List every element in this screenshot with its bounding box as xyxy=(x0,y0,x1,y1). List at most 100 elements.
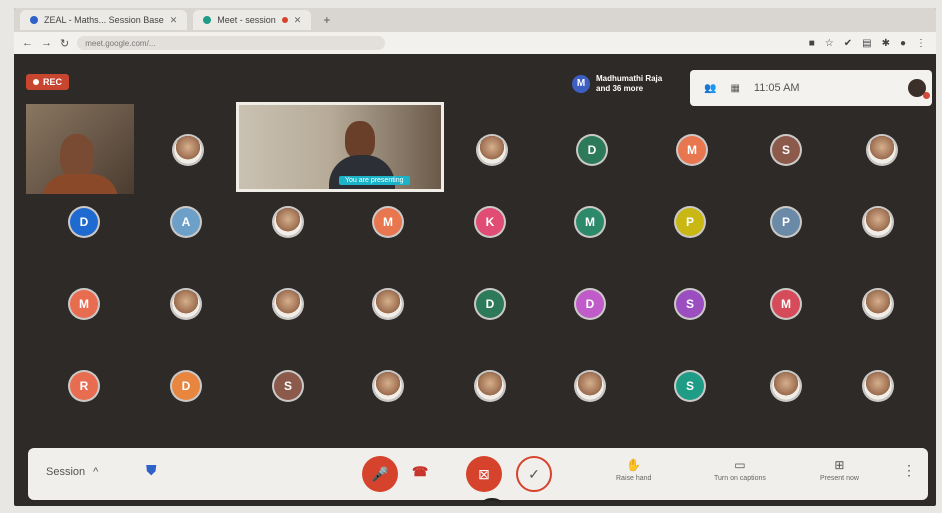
captions-label: Turn on captions xyxy=(714,475,766,482)
record-dot-icon xyxy=(33,79,39,85)
participant-avatar[interactable]: M xyxy=(772,290,800,318)
browser-toolbar: ■ ☆ ✔ ▤ ✱ ● ⋮ xyxy=(809,38,936,49)
participant-avatar[interactable] xyxy=(476,372,504,400)
back-icon[interactable]: ← xyxy=(22,37,33,49)
tab-favicon-icon xyxy=(30,16,38,24)
participant-avatar[interactable]: K xyxy=(476,208,504,236)
participant-avatar[interactable]: S xyxy=(676,290,704,318)
camera-off-button[interactable]: ⊠ xyxy=(466,456,502,492)
url-field[interactable]: meet.google.com/... xyxy=(77,36,386,50)
hangup-button[interactable]: ☎ xyxy=(412,464,428,480)
participant-avatar[interactable]: D xyxy=(576,290,604,318)
chevron-up-icon: ^ xyxy=(93,466,99,478)
mic-off-icon: 🎤 xyxy=(371,465,389,482)
participant-avatar[interactable]: M xyxy=(374,208,402,236)
captions-button[interactable]: ▭ Turn on captions xyxy=(714,458,766,482)
presenter-chip: You are presenting xyxy=(339,176,410,185)
extension-icon[interactable]: ▤ xyxy=(862,38,871,49)
participant-avatar[interactable]: A xyxy=(172,208,200,236)
recording-badge: REC xyxy=(26,74,70,90)
participant-avatar[interactable]: M xyxy=(70,290,98,318)
recording-label: REC xyxy=(43,77,63,87)
participant-avatar[interactable] xyxy=(864,208,892,236)
participant-avatar[interactable]: M xyxy=(678,136,706,164)
participant-avatar[interactable]: R xyxy=(70,372,98,400)
close-icon[interactable]: ✕ xyxy=(294,15,302,26)
participant-avatar[interactable]: S xyxy=(676,372,704,400)
participant-avatar[interactable] xyxy=(274,290,302,318)
participant-avatar[interactable] xyxy=(772,372,800,400)
forward-icon[interactable]: → xyxy=(41,37,52,49)
participant-avatar[interactable]: D xyxy=(476,290,504,318)
camera-off-icon: ⊠ xyxy=(478,465,490,482)
participant-avatar[interactable]: S xyxy=(772,136,800,164)
participant-avatar[interactable]: D xyxy=(70,208,98,236)
participant-avatar[interactable]: D xyxy=(578,136,606,164)
participant-avatar[interactable]: P xyxy=(772,208,800,236)
pen-cap xyxy=(482,498,502,509)
more-options-button[interactable]: ⋮ xyxy=(902,462,916,479)
hand-icon: ✋ xyxy=(626,458,642,472)
menu-icon[interactable]: ⋮ xyxy=(916,38,926,49)
meeting-time: 11:05 AM xyxy=(753,82,800,94)
session-selector[interactable]: Session ^ xyxy=(46,466,98,478)
captions-icon: ▭ xyxy=(734,458,746,472)
tab-label: Meet - session xyxy=(217,15,276,25)
profile-icon[interactable]: ● xyxy=(900,38,906,49)
browser-tab[interactable]: ZEAL - Maths... Session Base ✕ xyxy=(20,10,188,30)
recording-indicator-icon xyxy=(281,17,288,23)
new-tab-button[interactable]: + xyxy=(317,10,336,30)
participant-avatar[interactable]: P xyxy=(676,208,704,236)
present-now-button[interactable]: ⊞ Present now xyxy=(820,458,859,482)
participant-notice: M Madhumathi Raja and 36 more xyxy=(572,74,662,94)
browser-tabstrip: ZEAL - Maths... Session Base ✕ Meet - se… xyxy=(14,8,936,32)
call-controls-bar: Session ^ ⛊ 🎤 ☎ ⊠ ✓ ✋ Raise hand ▭ Turn … xyxy=(28,448,928,500)
participant-avatar[interactable] xyxy=(868,136,896,164)
participant-avatar[interactable] xyxy=(274,208,302,236)
notice-more: and 36 more xyxy=(596,84,644,93)
present-icon: ⊞ xyxy=(834,458,845,472)
browser-tab[interactable]: Meet - session ✕ xyxy=(193,10,312,30)
participant-face xyxy=(60,134,94,178)
camera-icon[interactable]: ■ xyxy=(809,38,815,49)
participant-avatar[interactable] xyxy=(172,290,200,318)
reload-icon[interactable]: ↻ xyxy=(60,37,69,50)
close-icon[interactable]: ✕ xyxy=(170,15,178,26)
participant-avatar[interactable] xyxy=(374,290,402,318)
mute-mic-button[interactable]: 🎤 xyxy=(362,456,398,492)
participant-avatar[interactable] xyxy=(864,372,892,400)
participant-avatar[interactable]: M xyxy=(576,208,604,236)
participant-avatar[interactable] xyxy=(478,136,506,164)
phone-hangup-icon: ☎ xyxy=(412,464,429,479)
presenter-video-tile[interactable]: You are presenting xyxy=(236,102,444,192)
raise-hand-button[interactable]: ✋ Raise hand xyxy=(616,458,651,482)
annotate-button[interactable]: ✓ xyxy=(516,456,552,492)
presenter-face xyxy=(345,121,375,159)
participant-avatar[interactable] xyxy=(174,136,202,164)
check-icon[interactable]: ✔ xyxy=(844,38,852,49)
people-icon[interactable]: 👥 xyxy=(704,83,716,94)
star-icon[interactable]: ☆ xyxy=(825,38,834,49)
tab-favicon-icon xyxy=(203,16,212,24)
tab-label: ZEAL - Maths... Session Base xyxy=(44,15,164,25)
participant-video-tile[interactable] xyxy=(26,104,134,194)
participant-avatar[interactable]: S xyxy=(274,372,302,400)
meeting-info-bar: 👥 ▦ 11:05 AM xyxy=(690,70,932,106)
raise-hand-label: Raise hand xyxy=(616,475,652,482)
chat-icon[interactable]: ▦ xyxy=(730,83,739,94)
participant-avatar[interactable] xyxy=(864,290,892,318)
puzzle-icon[interactable]: ✱ xyxy=(882,38,890,49)
present-now-label: Present now xyxy=(820,475,859,482)
user-avatar[interactable] xyxy=(908,79,930,99)
shield-icon[interactable]: ⛊ xyxy=(146,462,162,480)
checkmark-icon: ✓ xyxy=(528,465,540,482)
address-bar: ← → ↻ meet.google.com/... ■ ☆ ✔ ▤ ✱ ● ⋮ xyxy=(14,32,936,54)
participant-avatar[interactable]: D xyxy=(172,372,200,400)
notice-name: Madhumathi Raja xyxy=(596,74,663,83)
screen: ZEAL - Maths... Session Base ✕ Meet - se… xyxy=(14,8,936,506)
participant-avatar[interactable] xyxy=(374,372,402,400)
participant-body xyxy=(42,174,118,194)
participant-avatar[interactable] xyxy=(576,372,604,400)
notice-avatar: M xyxy=(572,75,590,93)
session-label: Session xyxy=(46,466,86,478)
